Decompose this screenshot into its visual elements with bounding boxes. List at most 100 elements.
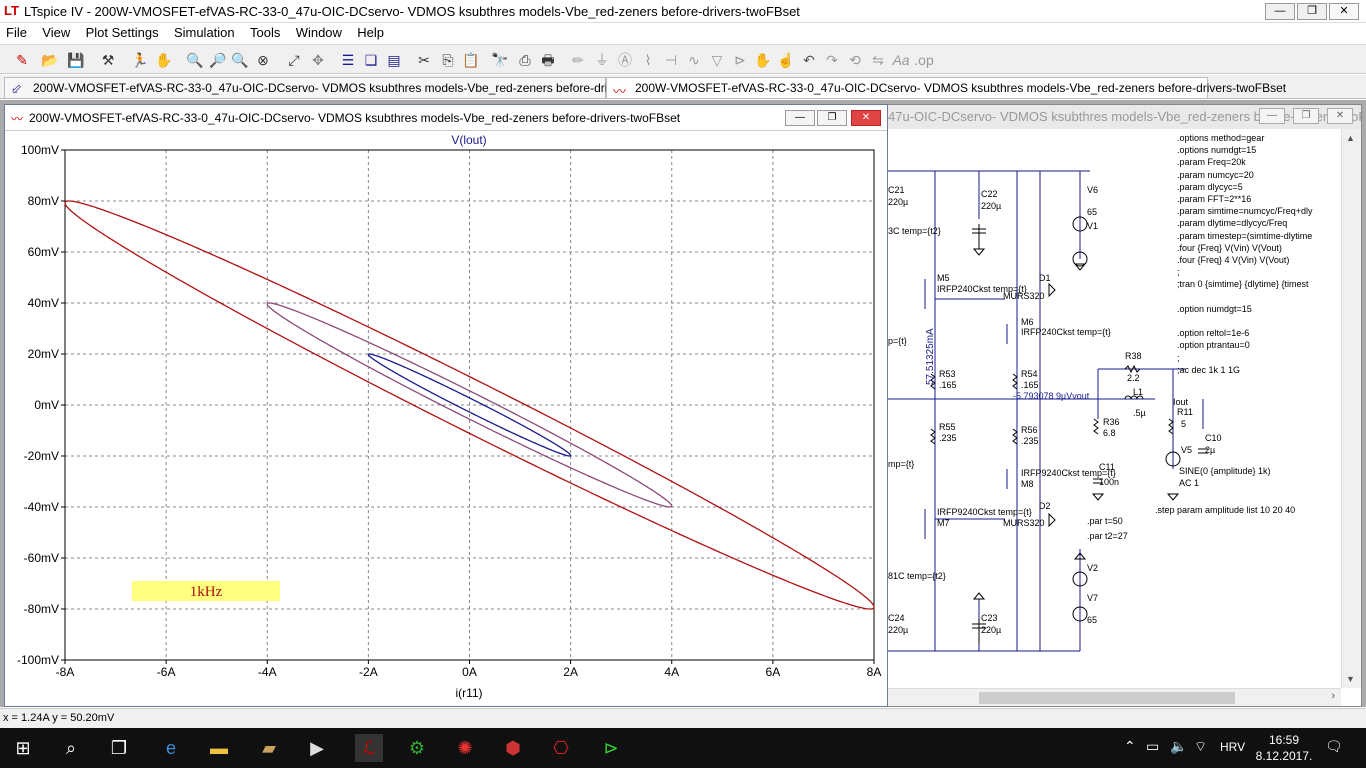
pdf-icon[interactable]: ⎔: [547, 734, 575, 762]
plot-close-button[interactable]: ✕: [851, 110, 881, 126]
scroll-thumb[interactable]: [979, 692, 1235, 704]
measure-icon[interactable]: ✥: [308, 50, 328, 70]
app-ruby-icon[interactable]: ⬢: [499, 734, 527, 762]
media-icon[interactable]: ▶: [303, 734, 331, 762]
menu-plot-settings[interactable]: Plot Settings: [80, 23, 165, 42]
file-explorer-icon[interactable]: ▬: [205, 734, 233, 762]
pan-icon[interactable]: 🔎: [208, 50, 228, 70]
schematic-restore-button[interactable]: ❐: [1293, 108, 1319, 124]
menu-file[interactable]: File: [0, 23, 33, 42]
schematic-vertical-scrollbar[interactable]: ▲ ▼: [1341, 129, 1361, 688]
clock-date: 8.12.2017.: [1255, 749, 1313, 763]
autorange-icon[interactable]: ⤢: [284, 50, 304, 70]
rotate-icon[interactable]: ⟲: [845, 50, 865, 70]
minimize-button[interactable]: —: [1265, 3, 1295, 20]
capacitor-icon[interactable]: ⊣: [661, 50, 681, 70]
undo-icon[interactable]: ↶: [799, 50, 819, 70]
schematic-close-button[interactable]: ✕: [1327, 108, 1353, 124]
restore-button[interactable]: ❐: [1297, 3, 1327, 20]
move-icon[interactable]: ✋: [753, 50, 773, 70]
resistor-icon[interactable]: ⌇: [638, 50, 658, 70]
network-icon[interactable]: ⌔: [1194, 738, 1207, 756]
find-icon[interactable]: 🔭: [490, 50, 510, 70]
cut-icon[interactable]: ✂: [414, 50, 434, 70]
par-t2-directive: .par t2=27: [1087, 531, 1128, 541]
open-file-icon[interactable]: 📂: [40, 50, 60, 70]
temp-81c-label: 81C temp={t2}: [888, 571, 946, 581]
mirror-icon[interactable]: ⇋: [868, 50, 888, 70]
menu-window[interactable]: Window: [290, 23, 348, 42]
app-green-icon[interactable]: ⚙: [403, 734, 431, 762]
ground-icon[interactable]: ⏚: [592, 50, 612, 70]
plot-restore-button[interactable]: ❐: [817, 110, 847, 126]
spice-directive-line: .param dlycyc=5: [1177, 181, 1243, 192]
menu-view[interactable]: View: [36, 23, 76, 42]
zoom-out-icon[interactable]: 🔍: [230, 50, 250, 70]
plot-minimize-button[interactable]: —: [785, 110, 815, 126]
task-view-icon[interactable]: ❐: [105, 734, 133, 762]
y-tick-label: 80mV: [28, 194, 59, 208]
copy-icon[interactable]: ⎘: [438, 50, 458, 70]
start-icon[interactable]: ⊞: [9, 734, 37, 762]
inductor-icon[interactable]: ∿: [684, 50, 704, 70]
paste-icon[interactable]: 📋: [461, 50, 481, 70]
tile-horizontal-icon[interactable]: ☰: [338, 50, 358, 70]
language-indicator[interactable]: HRV: [1220, 740, 1245, 754]
schematic-window[interactable]: 47u-OIC-DCservo- VDMOS ksubthres models-…: [884, 104, 1362, 707]
print-icon[interactable]: 🖶: [538, 50, 558, 70]
diode-icon[interactable]: ▽: [707, 50, 727, 70]
component-icon[interactable]: ⊳: [730, 50, 750, 70]
mp-param-label: mp={t}: [888, 459, 915, 469]
battery-icon[interactable]: ▭: [1146, 738, 1159, 755]
spice-directive-line: .param numcyc=20: [1177, 169, 1254, 180]
schematic-canvas[interactable]: C21 220µ C22 220µ 3C temp={t2} V6 65 V1 …: [885, 129, 1341, 688]
scroll-down-icon[interactable]: ▼: [1346, 674, 1355, 684]
redo-icon[interactable]: ↷: [822, 50, 842, 70]
c11-label: C11: [1099, 462, 1115, 472]
r53-label: R53: [939, 369, 956, 379]
menu-simulation[interactable]: Simulation: [168, 23, 241, 42]
zoom-in-icon[interactable]: 🔍: [185, 50, 205, 70]
halt-icon[interactable]: ✋: [154, 50, 174, 70]
tempc-label: 3C temp={t2}: [888, 226, 941, 236]
wire-icon[interactable]: ✏: [568, 50, 588, 70]
app-amp-icon[interactable]: ⊳: [597, 734, 625, 762]
volume-icon[interactable]: 🔈: [1170, 738, 1187, 755]
search-icon[interactable]: ⌕: [57, 734, 85, 762]
ltspice-taskbar-icon[interactable]: ℒ: [355, 734, 383, 762]
plot-area[interactable]: 100mV 80mV 60mV 40mV 20mV 0mV -20mV -40mV -60mV -…: [5, 132, 887, 706]
app-red-icon[interactable]: ✺: [451, 734, 479, 762]
y-tick-label: -40mV: [24, 500, 59, 514]
print-setup-icon[interactable]: ⎙: [515, 50, 535, 70]
plot-window[interactable]: 〰 200W-VMOSFET-efVAS-RC-33-0_47u-OIC-DCs…: [4, 104, 888, 707]
schematic-minimize-button[interactable]: —: [1259, 108, 1285, 124]
scroll-right-icon[interactable]: ›: [1331, 690, 1335, 702]
spice-directive-icon[interactable]: .op: [914, 50, 934, 70]
run-icon[interactable]: 🏃: [130, 50, 150, 70]
scroll-up-icon[interactable]: ▲: [1346, 133, 1355, 143]
label-net-icon[interactable]: Ⓐ: [615, 50, 635, 70]
notifications-icon[interactable]: 🗨: [1325, 738, 1343, 755]
tab-waveform[interactable]: 〰 200W-VMOSFET-efVAS-RC-33-0_47u-OIC-DCs…: [606, 77, 1286, 99]
drag-icon[interactable]: ☝: [776, 50, 796, 70]
tile-vertical-icon[interactable]: ▤: [384, 50, 404, 70]
folder-icon[interactable]: ▰: [255, 734, 283, 762]
control-panel-icon[interactable]: ⚒: [98, 50, 118, 70]
waveform-icon: 〰: [11, 112, 24, 126]
save-icon[interactable]: 💾: [66, 50, 86, 70]
zoom-fit-icon[interactable]: ⊗: [253, 50, 273, 70]
menu-tools[interactable]: Tools: [244, 23, 286, 42]
clock[interactable]: 16:59 8.12.2017.: [1254, 732, 1314, 764]
edge-icon[interactable]: e: [157, 734, 185, 762]
close-button[interactable]: ✕: [1329, 3, 1359, 20]
text-icon[interactable]: Aa: [891, 50, 911, 70]
menu-help[interactable]: Help: [351, 23, 390, 42]
tab-schematic[interactable]: ⬃ 200W-VMOSFET-efVAS-RC-33-0_47u-OIC-DCs…: [4, 77, 684, 99]
m6-model: IRFP240Ckst temp={t}: [1021, 327, 1111, 337]
trace-title[interactable]: V(lout): [451, 133, 486, 147]
r38-label: R38: [1125, 351, 1142, 361]
schematic-horizontal-scrollbar[interactable]: ›: [885, 688, 1341, 706]
tray-chevron-icon[interactable]: ⌃: [1124, 738, 1136, 755]
open-schematic-icon[interactable]: ✎: [12, 50, 32, 70]
cascade-icon[interactable]: ❏: [361, 50, 381, 70]
